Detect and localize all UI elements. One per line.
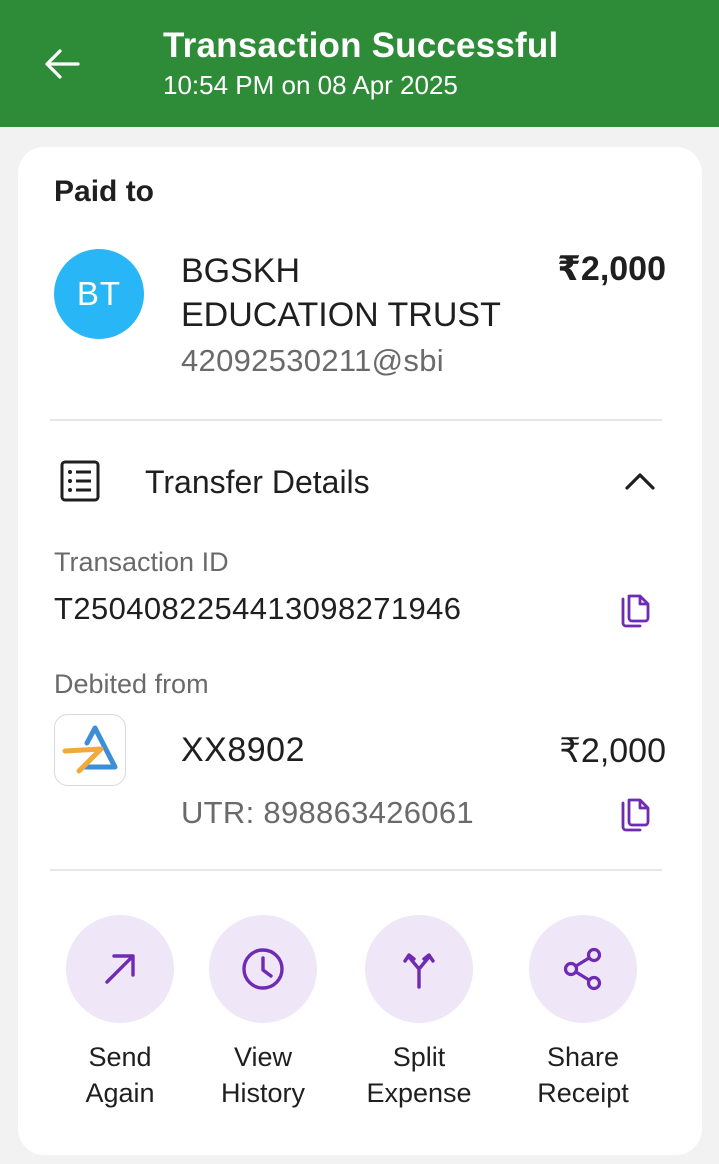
copy-icon bbox=[621, 798, 650, 832]
action-label-line2: History bbox=[220, 1078, 305, 1108]
share-receipt-button[interactable]: Share Receipt bbox=[508, 915, 658, 1111]
payee-name-line1: BGSKH bbox=[181, 252, 301, 290]
copy-transaction-id-button[interactable] bbox=[613, 589, 657, 633]
debit-account-number: XX8902 bbox=[181, 731, 305, 769]
transfer-details-label: Transfer Details bbox=[145, 464, 370, 500]
arrow-up-right-icon bbox=[105, 954, 135, 984]
action-label-line2: Expense bbox=[366, 1078, 472, 1108]
split-expense-label: Split Expense bbox=[344, 1039, 494, 1111]
divider bbox=[50, 419, 662, 421]
paid-to-label: Paid to bbox=[54, 175, 155, 208]
chevron-up-icon bbox=[625, 473, 655, 490]
share-receipt-circle bbox=[529, 915, 637, 1023]
back-button[interactable] bbox=[36, 40, 88, 88]
transfer-details-toggle[interactable]: Transfer Details bbox=[50, 449, 662, 513]
transaction-timestamp: 10:54 PM on 08 Apr 2025 bbox=[163, 70, 458, 100]
clock-icon bbox=[242, 948, 284, 990]
bank-logo bbox=[54, 714, 126, 786]
payee-name-line2: EDUCATION TRUST bbox=[181, 296, 501, 334]
send-again-label: Send Again bbox=[45, 1039, 195, 1111]
share-icon bbox=[563, 947, 602, 991]
transaction-id-label: Transaction ID bbox=[54, 547, 229, 577]
app-header: Transaction Successful 10:54 PM on 08 Ap… bbox=[0, 0, 719, 127]
transaction-card: Paid to BT BGSKH EDUCATION TRUST 4209253… bbox=[18, 147, 702, 1155]
utr-number: UTR: 898863426061 bbox=[181, 795, 474, 830]
action-label-line1: Share bbox=[546, 1042, 620, 1072]
debited-from-label: Debited from bbox=[54, 669, 209, 699]
copy-utr-button[interactable] bbox=[613, 793, 657, 837]
page-title: Transaction Successful bbox=[163, 26, 559, 65]
transaction-id-value: T2504082254413098271946 bbox=[54, 591, 462, 626]
view-history-label: View History bbox=[188, 1039, 338, 1111]
debited-amount: ₹2,000 bbox=[559, 732, 666, 770]
payee-name: BGSKH EDUCATION TRUST bbox=[181, 249, 541, 337]
action-label-line1: View bbox=[233, 1042, 293, 1072]
share-receipt-label: Share Receipt bbox=[508, 1039, 658, 1111]
copy-icon bbox=[621, 594, 650, 628]
bank-logo-icon bbox=[62, 725, 118, 774]
action-label-line2: Receipt bbox=[537, 1078, 629, 1108]
payee-avatar: BT bbox=[54, 249, 144, 339]
split-icon bbox=[403, 953, 435, 989]
view-history-button[interactable]: View History bbox=[188, 915, 338, 1111]
split-expense-circle bbox=[365, 915, 473, 1023]
view-history-circle bbox=[209, 915, 317, 1023]
action-label-line2: Again bbox=[85, 1078, 155, 1108]
action-label-line1: Send bbox=[88, 1042, 152, 1072]
split-expense-button[interactable]: Split Expense bbox=[344, 915, 494, 1111]
receipt-list-icon bbox=[60, 460, 100, 502]
divider bbox=[50, 869, 662, 871]
paid-amount: ₹2,000 bbox=[557, 250, 666, 288]
action-label-line1: Split bbox=[392, 1042, 446, 1072]
send-again-button[interactable]: Send Again bbox=[45, 915, 195, 1111]
avatar-initials: BT bbox=[76, 275, 122, 312]
back-arrow-icon bbox=[45, 49, 80, 79]
send-again-circle bbox=[66, 915, 174, 1023]
payee-upi-id: 42092530211@sbi bbox=[181, 343, 444, 378]
